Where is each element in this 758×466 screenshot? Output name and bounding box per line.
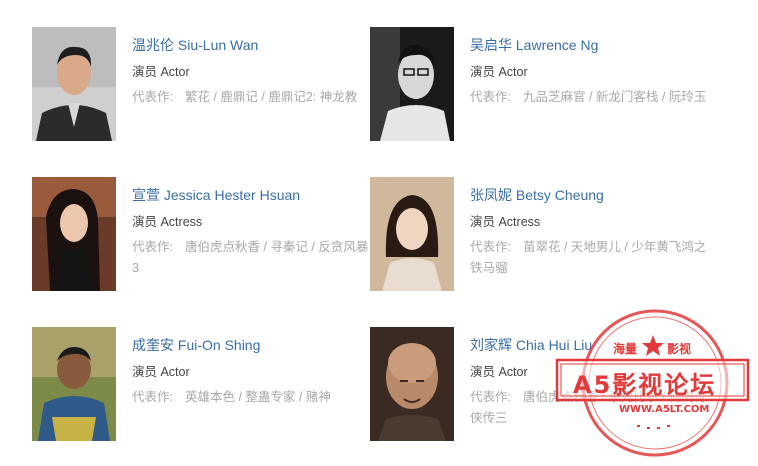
person-photo[interactable] [370,327,454,441]
person-works: 代表作: 英雄本色 / 整蛊专家 / 赌神 [132,387,370,408]
person-info: 温兆伦 Siu-Lun Wan 演员 Actor 代表作: 繁花 / 鹿鼎记 / … [132,35,370,108]
person-info: 成奎安 Fui-On Shing 演员 Actor 代表作: 英雄本色 / 整蛊专… [132,335,370,408]
works-list: 繁花 / 鹿鼎记 / 鹿鼎记2: 神龙教 [184,90,358,104]
person-role: 演员 Actor [132,65,190,79]
works-label: 代表作: [470,240,511,254]
person-name-link[interactable]: 温兆伦 Siu-Lun Wan [132,35,370,55]
person-info: 刘家辉 Chia Hui Liu 演员 Actor 代表作: 唐伯虎点秋香 / 杀… [470,335,708,429]
person-name-link[interactable]: 刘家辉 Chia Hui Liu [470,335,708,355]
person-role: 演员 Actress [132,215,203,229]
works-label: 代表作: [132,390,173,404]
person-name-link[interactable]: 宣萱 Jessica Hester Hsuan [132,185,370,205]
works-label: 代表作: [132,240,173,254]
person-role: 演员 Actress [470,215,541,229]
person-info: 宣萱 Jessica Hester Hsuan 演员 Actress 代表作: 唐… [132,185,370,279]
person-card: 温兆伦 Siu-Lun Wan 演员 Actor 代表作: 繁花 / 鹿鼎记 / … [32,27,372,142]
person-name-link[interactable]: 成奎安 Fui-On Shing [132,335,370,355]
person-card: 吴启华 Lawrence Ng 演员 Actor 代表作: 九品芝麻官 / 新龙门… [370,27,710,142]
person-works: 代表作: 繁花 / 鹿鼎记 / 鹿鼎记2: 神龙教 [132,87,370,108]
person-card: 成奎安 Fui-On Shing 演员 Actor 代表作: 英雄本色 / 整蛊专… [32,327,372,442]
person-info: 张凤妮 Betsy Cheung 演员 Actress 代表作: 苗翠花 / 天地… [470,185,708,279]
person-works: 代表作: 苗翠花 / 天地男儿 / 少年黄飞鸿之铁马骝 [470,237,708,279]
works-label: 代表作: [470,390,511,404]
person-name-link[interactable]: 吴启华 Lawrence Ng [470,35,708,55]
person-card: 宣萱 Jessica Hester Hsuan 演员 Actress 代表作: 唐… [32,177,372,292]
person-photo[interactable] [32,177,116,291]
person-photo[interactable] [32,27,116,141]
person-card: 张凤妮 Betsy Cheung 演员 Actress 代表作: 苗翠花 / 天地… [370,177,710,292]
person-role: 演员 Actor [132,365,190,379]
person-card: 刘家辉 Chia Hui Liu 演员 Actor 代表作: 唐伯虎点秋香 / 杀… [370,327,710,442]
person-photo[interactable] [370,177,454,291]
person-works: 代表作: 唐伯虎点秋香 / 杀死比尔 / 仙剑奇侠传三 [470,387,708,429]
works-label: 代表作: [132,90,173,104]
person-works: 代表作: 唐伯虎点秋香 / 寻秦记 / 反贪风暴3 [132,237,370,279]
works-list: 九品芝麻官 / 新龙门客栈 / 阮玲玉 [522,90,707,104]
person-name-link[interactable]: 张凤妮 Betsy Cheung [470,185,708,205]
person-photo[interactable] [370,27,454,141]
person-works: 代表作: 九品芝麻官 / 新龙门客栈 / 阮玲玉 [470,87,708,108]
works-list: 英雄本色 / 整蛊专家 / 赌神 [184,390,331,404]
person-info: 吴启华 Lawrence Ng 演员 Actor 代表作: 九品芝麻官 / 新龙门… [470,35,708,108]
person-role: 演员 Actor [470,65,528,79]
person-role: 演员 Actor [470,365,528,379]
works-label: 代表作: [470,90,511,104]
person-photo[interactable] [32,327,116,441]
